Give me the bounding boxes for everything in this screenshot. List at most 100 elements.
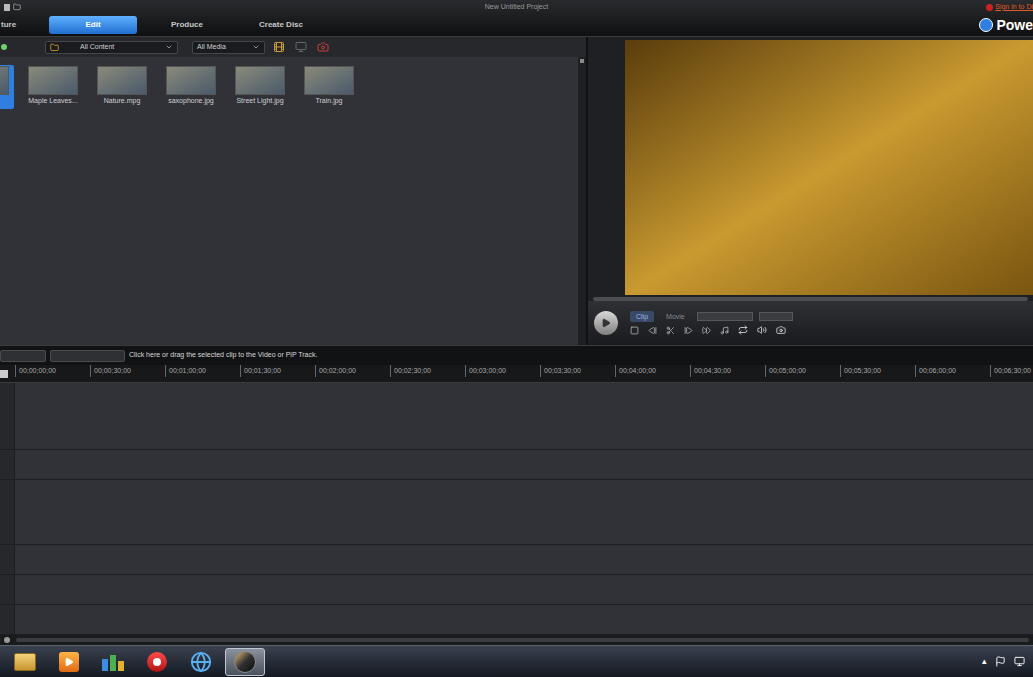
ruler-tick: 00;00;30;00 [90,365,165,377]
library-scrollbar[interactable] [578,57,586,345]
taskbar-app[interactable] [225,648,265,676]
window-title: New Untitled Project [60,0,973,14]
import-media-icon[interactable] [273,41,285,53]
track-manager-button[interactable] [0,350,46,362]
import-icon[interactable] [1,44,7,50]
app-window: New Untitled ProjectSign in to Di ture Edi… [0,0,1033,677]
open-folder-icon[interactable] [13,3,21,11]
ruler-tick: 00;02;30;00 [390,365,465,377]
media-item[interactable]: Nature.mpg [92,65,152,109]
ruler-tick: 00;03;30;00 [540,365,615,377]
ruler-tick: 00;04;30;00 [690,365,765,377]
add-to-track-button[interactable] [50,350,125,362]
timeline-track[interactable] [0,480,1033,545]
media-grid: Maple Leaves...Nature.mpgsaxophone.jpgSt… [0,65,578,109]
timeline-toolbar: Click here or drag the selected clip to … [0,345,1033,365]
media-thumbnail [97,66,147,95]
media-thumbnail [28,66,78,95]
timeline-track[interactable] [0,605,1033,635]
timeline-tracks [0,383,1033,635]
ruler-tick: 00;01;30;00 [240,365,315,377]
timeline-scrollbar[interactable] [0,635,1033,645]
media-thumbnail [304,66,354,95]
player-tab[interactable]: Clip [630,311,654,322]
audio-icon[interactable] [720,326,729,335]
mode-tab[interactable]: Edit [49,16,137,34]
taskbar-app[interactable] [49,648,89,676]
mode-tab[interactable]: Produce [143,16,231,34]
media-item[interactable]: Maple Leaves... [23,65,83,109]
ruler-tick: 00;05;00;00 [765,365,840,377]
taskbar-app[interactable] [181,648,221,676]
taskbar-app[interactable] [93,648,133,676]
photos-icon [102,653,124,671]
mode-tab[interactable]: ture [0,16,43,34]
media-filter-dropdown[interactable]: All Media [192,41,265,54]
content-filter-dropdown[interactable]: All Content [45,41,178,54]
folder-icon [14,653,36,671]
chevron-down-icon [252,43,260,51]
chevron-down-icon [165,43,173,51]
media-item[interactable] [0,65,14,109]
timeline-track[interactable] [0,383,1033,450]
action-center-icon[interactable] [995,656,1006,667]
media-thumbnail [235,66,285,95]
volume-icon[interactable] [757,325,767,335]
play-button[interactable] [594,311,618,335]
taskbar-app[interactable] [5,648,45,676]
folder-icon [50,43,59,52]
sign-in-icon [986,4,993,11]
split-icon[interactable] [666,326,675,335]
ruler-tick: 00;03;00;00 [465,365,540,377]
powerdirector-icon [234,651,256,673]
media-item[interactable]: Street Light.jpg [230,65,290,109]
ruler-tick: 00;05;30;00 [840,365,915,377]
media-library: All Content All Media Maple Leaves...Natur… [0,37,586,345]
ruler-tick: 00;06;00;00 [915,365,990,377]
media-item[interactable]: Train.jpg [299,65,359,109]
capture-icon[interactable] [317,41,329,53]
media-player-icon [59,652,79,672]
step-forward-icon[interactable] [684,326,693,335]
taskbar-app[interactable] [137,648,177,676]
ruler-tick: 00;06;30;00 [990,365,1033,377]
file-icon[interactable] [4,4,10,11]
preview-frame [625,40,1033,295]
media-thumbnail [166,66,216,95]
repeat-icon[interactable] [738,325,748,335]
media-thumbnail [0,66,9,95]
ruler-tick: 00;00;00;00 [15,365,90,377]
fast-forward-icon[interactable] [702,326,711,335]
timeline-track[interactable] [0,450,1033,480]
top-bar: New Untitled ProjectSign in to Di ture Edi… [0,0,1033,37]
library-toolbar: All Content All Media [0,37,586,57]
tray-expand[interactable]: ▴ [982,655,987,669]
ruler-corner-icon[interactable] [0,370,8,378]
mode-tabs: ture Edit Produce Create Disc [0,16,325,34]
sign-in-link[interactable]: Sign in to Di [973,2,1033,13]
quality-dropdown[interactable] [759,312,793,321]
preview-panel: Clip Movie [588,37,1033,345]
view-icon[interactable] [295,41,307,53]
recorder-icon [147,652,167,672]
network-icon[interactable] [1014,656,1025,667]
media-item[interactable]: saxophone.jpg [161,65,221,109]
ruler-tick: 00;01;00;00 [165,365,240,377]
browser-icon [190,651,212,673]
brand-icon [979,18,993,32]
timeline-ruler: 00;00;00;0000;00;30;0000;01;00;0000;01;3… [0,365,1033,383]
timecode-box [697,312,753,321]
mode-tab[interactable]: Create Disc [237,16,325,34]
play-icon [601,318,611,328]
ruler-tick: 00;02;00;00 [315,365,390,377]
taskbar: ▴ [0,645,1033,677]
timeline-hint: Click here or drag the selected clip to … [129,350,317,361]
step-back-icon[interactable] [648,326,657,335]
timeline-track[interactable] [0,575,1033,605]
player-controls: Clip Movie [588,301,1033,345]
ruler-tick: 00;04;00;00 [615,365,690,377]
snapshot-icon[interactable] [776,325,786,335]
timeline-track[interactable] [0,545,1033,575]
stop-icon[interactable] [630,326,639,335]
player-tab[interactable]: Movie [660,311,691,322]
